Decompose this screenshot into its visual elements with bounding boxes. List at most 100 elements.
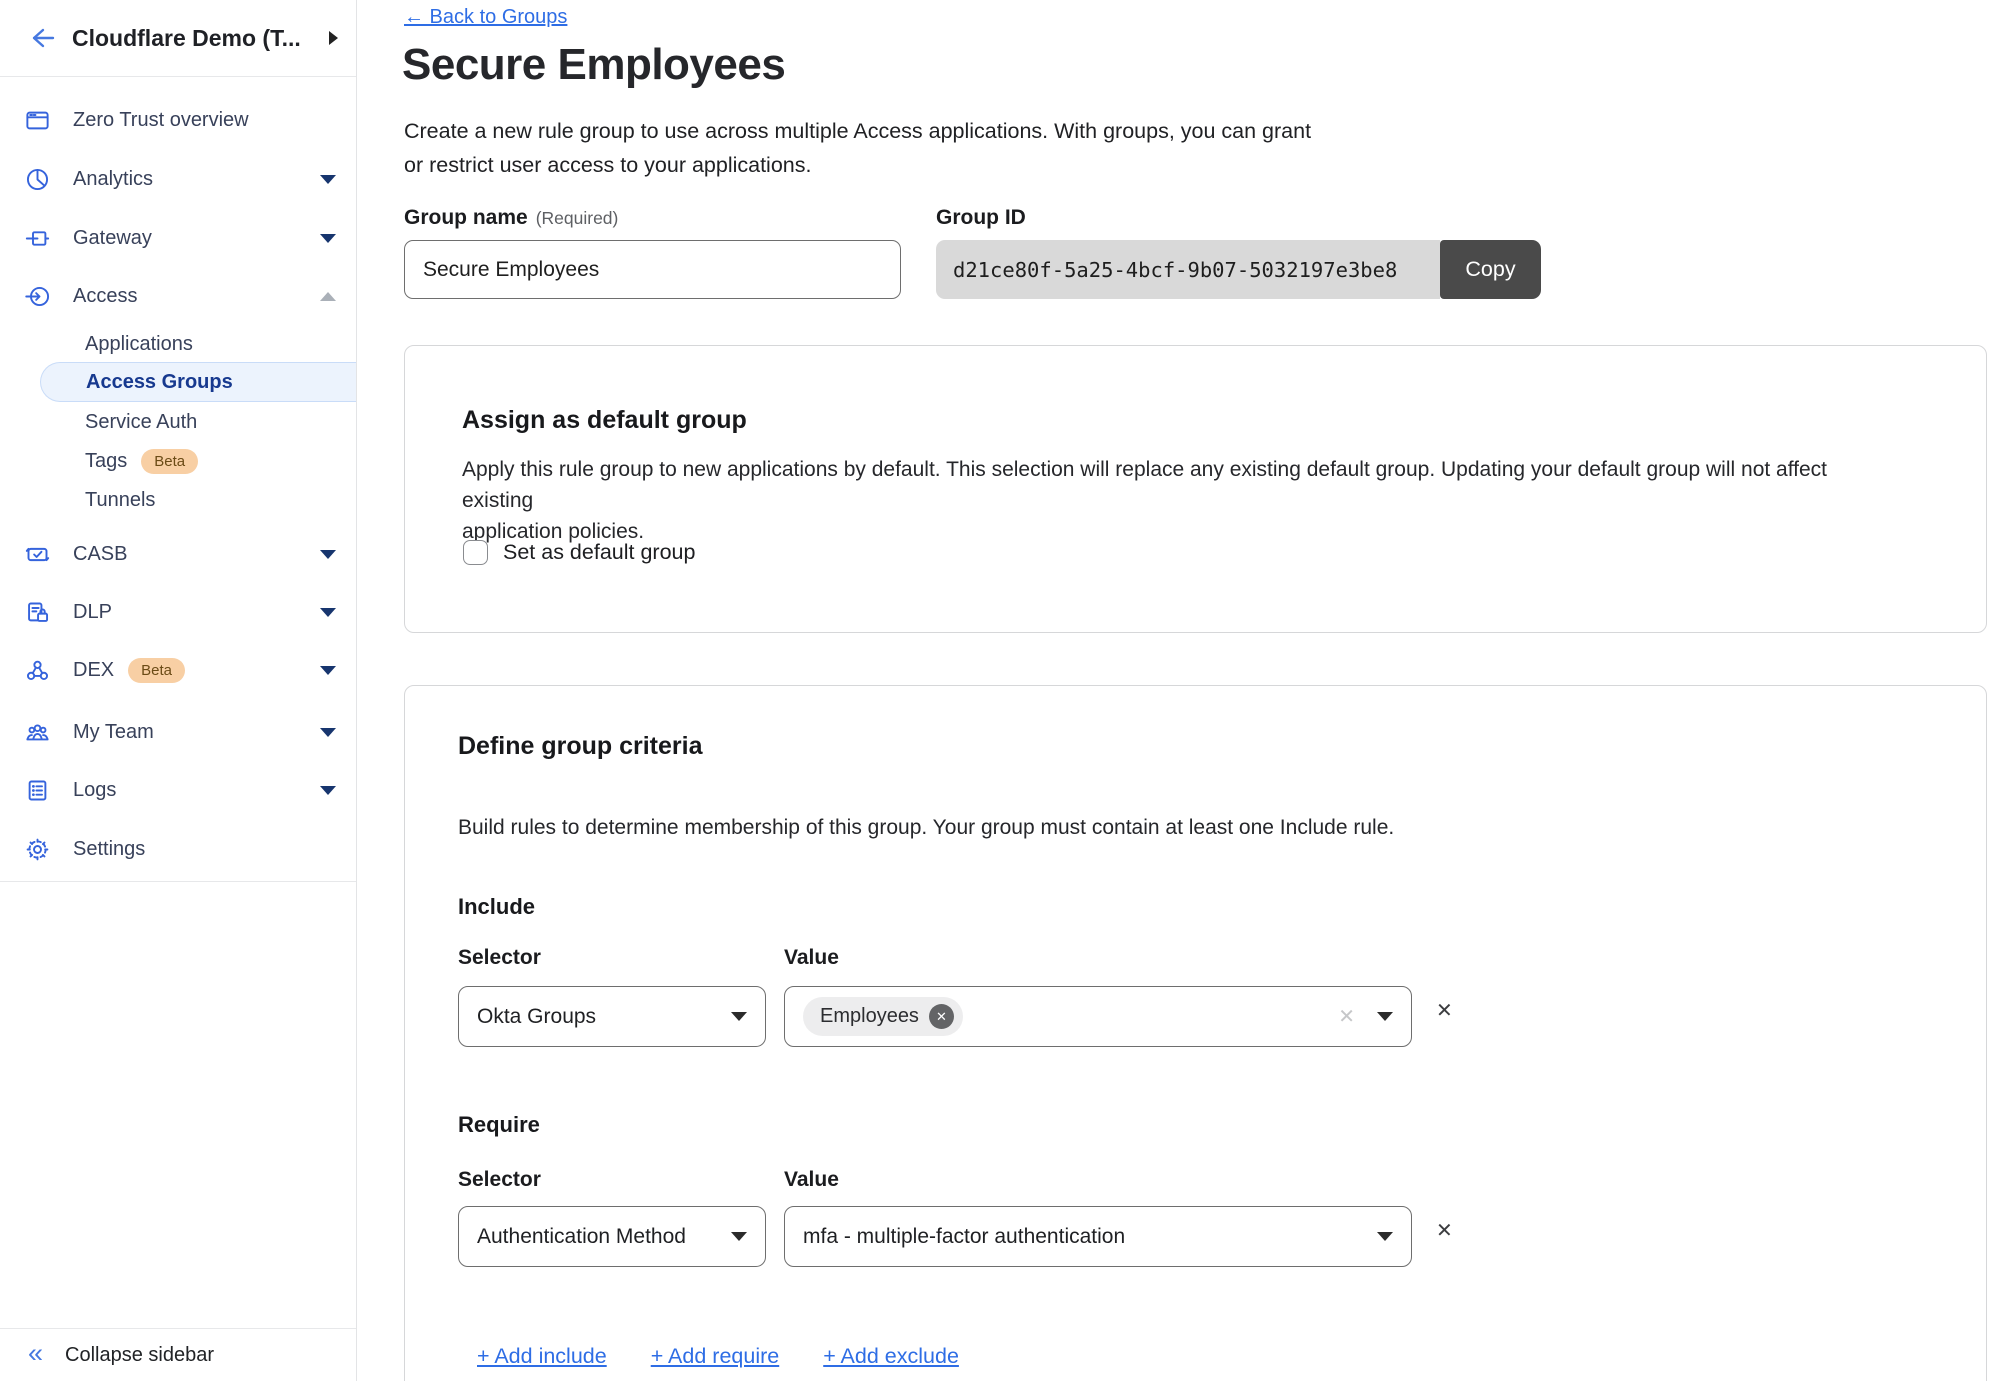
sidebar-item-gateway[interactable]: Gateway <box>0 215 356 261</box>
dex-network-icon <box>23 656 51 684</box>
sidebar-item-label: Settings <box>73 838 145 861</box>
sidebar-item-label: Gateway <box>73 227 152 250</box>
require-value-dropdown[interactable]: mfa - multiple-factor authentication <box>784 1206 1412 1267</box>
chevron-down-icon[interactable] <box>320 234 336 243</box>
sidebar-item-label: My Team <box>73 721 154 744</box>
chevron-down-icon[interactable] <box>320 608 336 617</box>
checkbox-unchecked[interactable] <box>463 540 488 565</box>
casb-icon <box>23 540 51 568</box>
chevron-down-icon[interactable] <box>320 550 336 559</box>
sidebar-item-label: Tags Beta <box>85 449 198 474</box>
default-group-card: Assign as default group Apply this rule … <box>404 345 1987 633</box>
copy-button[interactable]: Copy <box>1440 240 1541 299</box>
rule-actions: + Add include + Add require + Add exclud… <box>477 1344 959 1369</box>
chevron-up-icon[interactable] <box>320 292 336 301</box>
sidebar-item-label: Applications <box>85 333 193 356</box>
page-title: Secure Employees <box>402 40 785 90</box>
chip-remove-icon[interactable]: ✕ <box>929 1004 954 1029</box>
card-description: Apply this rule group to new application… <box>462 454 1866 547</box>
value-chip-employees: Employees ✕ <box>803 997 963 1036</box>
sidebar-item-label: DLP <box>73 601 112 624</box>
add-require-link[interactable]: + Add require <box>651 1344 780 1369</box>
collapse-sidebar-button[interactable]: « Collapse sidebar <box>0 1329 356 1381</box>
selected-option: Authentication Method <box>477 1225 686 1249</box>
group-id-value: d21ce80f-5a25-4bcf-9b07-5032197e3be8 <box>936 240 1440 299</box>
add-include-link[interactable]: + Add include <box>477 1344 607 1369</box>
require-value-label: Value <box>784 1168 839 1192</box>
sidebar-item-tunnels[interactable]: Tunnels <box>0 480 356 520</box>
sidebar-item-applications[interactable]: Applications <box>0 324 356 364</box>
set-default-group-checkbox-row[interactable]: Set as default group <box>463 540 695 565</box>
sidebar: Cloudflare Demo (T... Zero Trust overvie… <box>0 0 357 1381</box>
back-arrow-icon[interactable] <box>24 21 58 55</box>
include-selector-dropdown[interactable]: Okta Groups <box>458 986 766 1047</box>
dlp-lock-icon <box>23 598 51 626</box>
sidebar-item-label: Service Auth <box>85 411 197 434</box>
group-name-label: Group name(Required) <box>404 206 618 230</box>
include-heading: Include <box>458 894 535 920</box>
chip-label: Employees <box>820 1005 919 1028</box>
sidebar-item-dex[interactable]: DEX Beta <box>0 647 356 693</box>
card-title: Define group criteria <box>458 732 703 761</box>
require-selector-label: Selector <box>458 1168 541 1192</box>
beta-badge: Beta <box>141 449 198 474</box>
include-value-label: Value <box>784 946 839 970</box>
require-heading: Require <box>458 1112 540 1138</box>
beta-badge: Beta <box>128 658 185 683</box>
chevron-down-icon <box>1377 1232 1393 1241</box>
sidebar-header: Cloudflare Demo (T... <box>0 0 356 77</box>
pie-chart-icon <box>23 165 51 193</box>
group-name-input[interactable] <box>404 240 901 299</box>
remove-include-rule-icon[interactable]: ✕ <box>1436 998 1453 1023</box>
account-title: Cloudflare Demo (T... <box>72 25 329 52</box>
require-selector-dropdown[interactable]: Authentication Method <box>458 1206 766 1267</box>
logs-icon <box>23 776 51 804</box>
group-id-label: Group ID <box>936 206 1026 230</box>
sidebar-item-dlp[interactable]: DLP <box>0 589 356 635</box>
chevron-down-icon[interactable] <box>320 666 336 675</box>
sidebar-item-label: Logs <box>73 779 116 802</box>
gear-icon <box>23 835 51 863</box>
team-icon <box>23 718 51 746</box>
sidebar-item-zero-trust-overview[interactable]: Zero Trust overview <box>0 97 356 143</box>
double-chevron-left-icon: « <box>28 1340 43 1367</box>
sidebar-item-tags[interactable]: Tags Beta <box>0 441 356 481</box>
chevron-down-icon[interactable] <box>320 728 336 737</box>
caret-right-icon[interactable] <box>329 31 338 45</box>
sidebar-item-label: Access Groups <box>86 371 233 394</box>
sidebar-item-label: Tunnels <box>85 489 155 512</box>
window-icon <box>23 106 51 134</box>
sidebar-item-my-team[interactable]: My Team <box>0 709 356 755</box>
chevron-down-icon <box>731 1012 747 1021</box>
include-value-multiselect[interactable]: Employees ✕ ✕ <box>784 986 1412 1047</box>
remove-require-rule-icon[interactable]: ✕ <box>1436 1218 1453 1243</box>
chevron-down-icon[interactable] <box>320 175 336 184</box>
sidebar-item-access-groups[interactable]: Access Groups <box>40 362 356 402</box>
access-login-icon <box>23 282 51 310</box>
sidebar-item-access[interactable]: Access <box>0 273 356 319</box>
sidebar-item-casb[interactable]: CASB <box>0 531 356 577</box>
chevron-down-icon[interactable] <box>320 786 336 795</box>
sidebar-item-logs[interactable]: Logs <box>0 767 356 813</box>
clear-value-icon[interactable]: ✕ <box>1338 1004 1355 1029</box>
sidebar-item-analytics[interactable]: Analytics <box>0 156 356 202</box>
card-title: Assign as default group <box>462 406 747 435</box>
add-exclude-link[interactable]: + Add exclude <box>823 1344 959 1369</box>
group-criteria-card: Define group criteria Build rules to det… <box>404 685 1987 1381</box>
sidebar-item-label: CASB <box>73 543 127 566</box>
sidebar-item-label: Access <box>73 285 137 308</box>
sidebar-item-label: Analytics <box>73 168 153 191</box>
sidebar-item-label: DEX Beta <box>73 658 185 683</box>
sidebar-item-settings[interactable]: Settings <box>0 826 356 872</box>
description-line: or restrict user access to your applicat… <box>404 148 1311 182</box>
card-description: Build rules to determine membership of t… <box>458 812 1866 843</box>
sidebar-divider <box>0 881 356 882</box>
description-line: Create a new rule group to use across mu… <box>404 114 1311 148</box>
back-to-groups-link[interactable]: ← Back to Groups <box>404 6 567 29</box>
required-hint: (Required) <box>536 208 619 228</box>
page-description: Create a new rule group to use across mu… <box>404 114 1311 182</box>
sidebar-item-service-auth[interactable]: Service Auth <box>0 402 356 442</box>
gateway-icon <box>23 224 51 252</box>
card-description-line: Apply this rule group to new application… <box>462 454 1866 516</box>
chevron-down-icon <box>731 1232 747 1241</box>
